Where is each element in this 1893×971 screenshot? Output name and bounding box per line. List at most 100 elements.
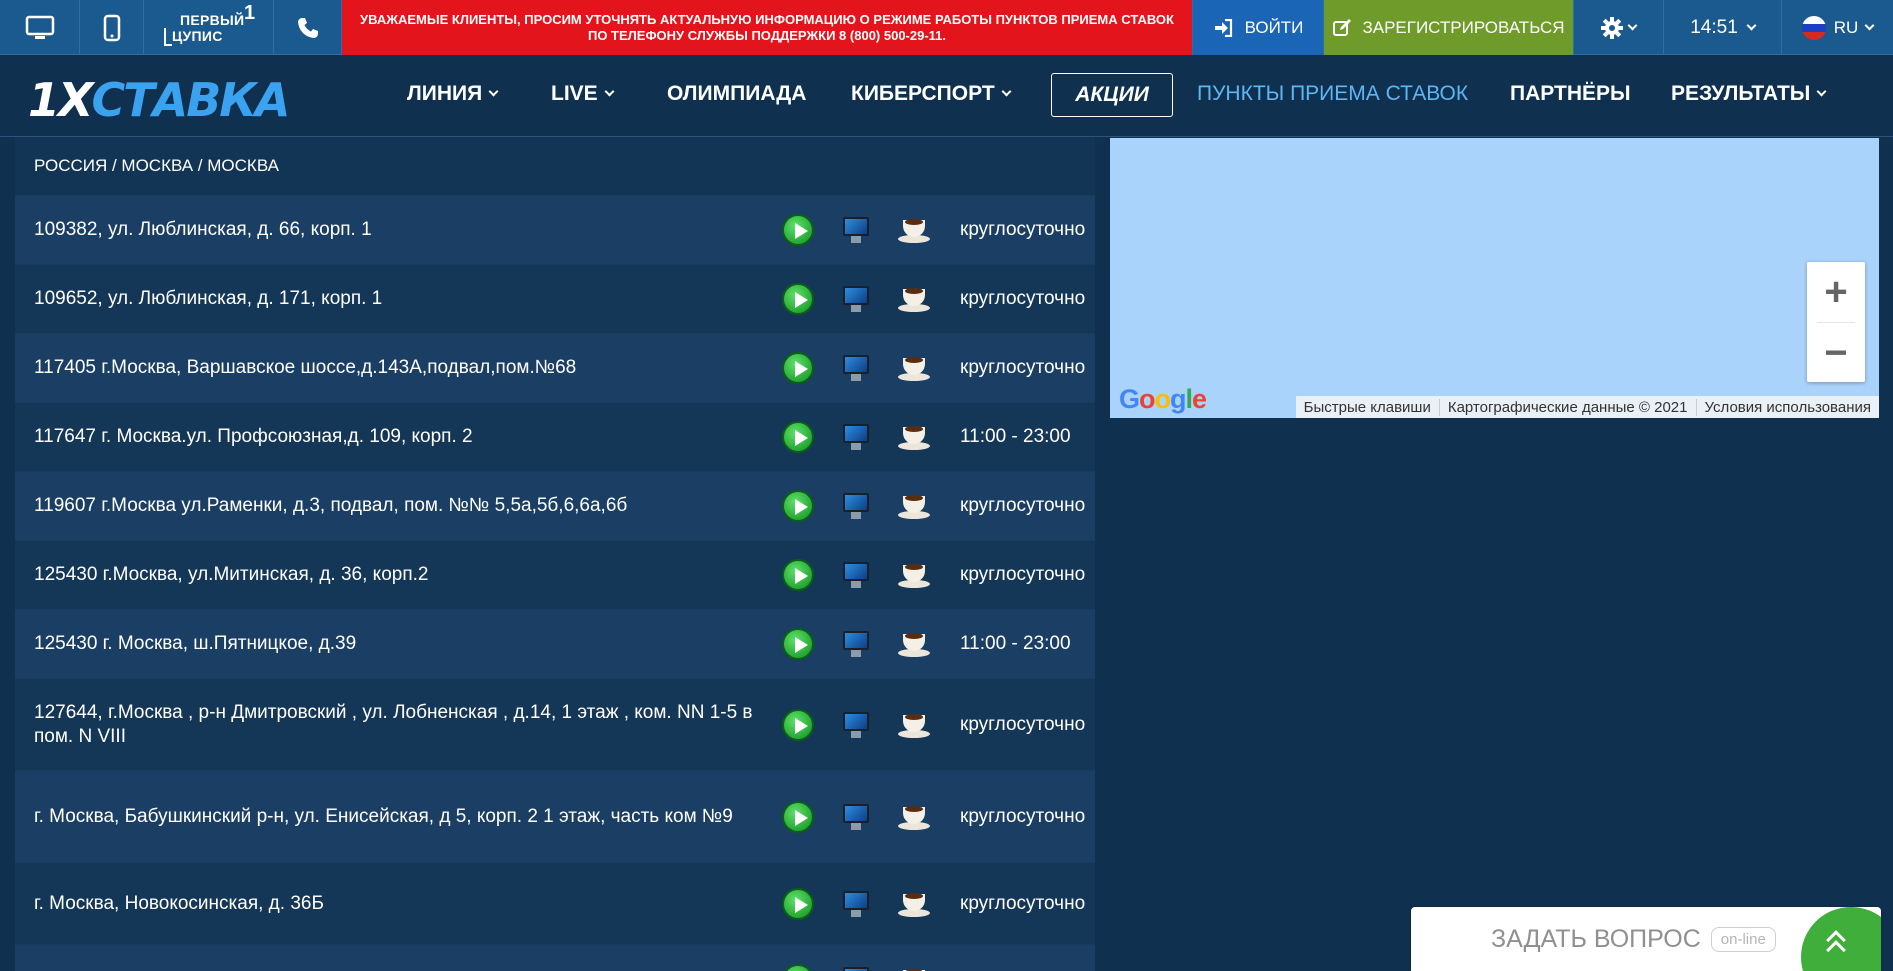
list-item[interactable]: Г. Москва, ул. Менжинского, д. 32, 2 эта… <box>15 944 1095 971</box>
computer-icon <box>838 212 874 248</box>
point-address: 117647 г. Москва.ул. Профсоюзная,д. 109,… <box>34 426 473 447</box>
nav-line[interactable]: ЛИНИЯ <box>407 82 499 106</box>
list-item[interactable]: 125430 г. Москва, ш.Пятницкое, д.39 11:00… <box>15 609 1095 678</box>
chevron-down-icon <box>488 86 499 97</box>
list-item[interactable]: г. Москва, Новокосинская, д. 36Б круглосу… <box>15 862 1095 944</box>
point-features <box>780 488 932 524</box>
nav-live-label: LIVE <box>551 82 598 105</box>
nav-results[interactable]: РЕЗУЛЬТАТЫ <box>1671 82 1827 106</box>
phone-button[interactable] <box>274 0 342 55</box>
nav-live[interactable]: LIVE <box>551 82 615 106</box>
coffee-cup-icon <box>896 626 932 662</box>
cupis-corner-mark <box>164 28 172 46</box>
betting-points-list: РОССИЯ / МОСКВА / МОСКВА 109382, ул. Люб… <box>15 137 1095 971</box>
scroll-up-button[interactable] <box>1801 907 1881 971</box>
point-address: г. Москва, Новокосинская, д. 36Б <box>34 892 324 914</box>
chat-title: ЗАДАТЬ ВОПРОС <box>1491 924 1701 953</box>
map-zoom-control: + − <box>1807 262 1865 382</box>
nav-results-label: РЕЗУЛЬТАТЫ <box>1671 82 1811 105</box>
list-item[interactable]: 109652, ул. Люблинская, д. 171, корп. 1 к… <box>15 264 1095 333</box>
point-features <box>780 281 932 317</box>
computer-icon <box>838 962 874 971</box>
list-item[interactable]: 127644, г.Москва , р-н Дмитровский , ул.… <box>15 678 1095 770</box>
point-features <box>780 707 932 743</box>
coffee-cup-icon <box>896 962 932 971</box>
list-item[interactable]: 119607 г.Москва ул.Раменки, д.3, подвал,… <box>15 471 1095 540</box>
chat-widget[interactable]: ЗАДАТЬ ВОПРОС on-line <box>1411 907 1881 971</box>
chevron-down-icon <box>1864 20 1875 30</box>
nav-betting-points[interactable]: ПУНКТЫ ПРИЕМА СТАВОК <box>1197 82 1468 106</box>
list-item[interactable]: 117405 г.Москва, Варшавское шоссе,д.143А… <box>15 333 1095 402</box>
chevron-down-icon <box>1001 86 1012 97</box>
point-features <box>780 626 932 662</box>
point-features <box>780 419 932 455</box>
point-address: 119607 г.Москва ул.Раменки, д.3, подвал,… <box>34 495 628 516</box>
language-label: RU <box>1833 17 1859 37</box>
nav-olympiad-label: ОЛИМПИАДА <box>667 82 807 105</box>
nav-promotions[interactable]: АКЦИИ <box>1051 73 1173 117</box>
nav-esports-label: КИБЕРСПОРТ <box>851 82 995 105</box>
language-dropdown[interactable]: RU <box>1782 0 1893 55</box>
list-item[interactable]: 109382, ул. Люблинская, д. 66, корп. 1 кр… <box>15 195 1095 264</box>
computer-icon <box>838 707 874 743</box>
point-address: 125430 г.Москва, ул.Митинская, д. 36, ко… <box>34 564 429 585</box>
computer-icon <box>838 557 874 593</box>
login-icon <box>1214 18 1232 37</box>
map-attribution: Быстрые клавиши Картографические данные … <box>1295 396 1880 418</box>
cupis-line1: ПЕРВЫЙ <box>180 11 245 28</box>
nav-partners[interactable]: ПАРТНЁРЫ <box>1510 82 1631 106</box>
point-hours: круглосуточно <box>960 892 1086 914</box>
point-address: 127644, г.Москва , р-н Дмитровский , ул.… <box>34 701 753 747</box>
logo-text: СТАВКА <box>91 73 290 127</box>
login-label: ВОЙТИ <box>1244 17 1304 37</box>
point-address: 109652, ул. Люблинская, д. 171, корп. 1 <box>34 288 383 309</box>
point-hours: круглосуточно <box>960 564 1086 585</box>
point-address: 125430 г. Москва, ш.Пятницкое, д.39 <box>34 633 357 654</box>
list-item[interactable]: 117647 г. Москва.ул. Профсоюзная,д. 109,… <box>15 402 1095 471</box>
play-icon <box>780 557 816 593</box>
cupis-link[interactable]: ПЕРВЫЙ ЦУПИС 1 <box>144 0 274 55</box>
play-icon <box>780 799 816 835</box>
list-item[interactable]: 125430 г.Москва, ул.Митинская, д. 36, ко… <box>15 540 1095 609</box>
settings-dropdown[interactable] <box>1574 0 1664 55</box>
point-features <box>780 962 932 971</box>
point-hours: круглосуточно <box>960 713 1086 735</box>
keyboard-shortcuts-link[interactable]: Быстрые клавиши <box>1296 399 1439 416</box>
point-hours: круглосуточно <box>960 495 1086 516</box>
edit-icon <box>1333 18 1352 36</box>
point-hours: 11:00 - 23:00 <box>960 633 1071 654</box>
google-logo: Google <box>1119 384 1207 414</box>
coffee-cup-icon <box>896 799 932 835</box>
coffee-cup-icon <box>896 886 932 922</box>
login-button[interactable]: ВОЙТИ <box>1192 0 1324 55</box>
register-button[interactable]: ЗАРЕГИСТРИРОВАТЬСЯ <box>1324 0 1574 55</box>
terms-of-use-link[interactable]: Условия использования <box>1695 398 1880 416</box>
top-bar: ПЕРВЫЙ ЦУПИС 1 УВАЖАЕМЫЕ КЛИЕНТЫ, ПРОСИМ… <box>0 0 1893 55</box>
desktop-version-button[interactable] <box>0 0 80 55</box>
current-time: 14:51 <box>1690 16 1738 38</box>
play-icon <box>780 419 816 455</box>
point-hours: 11:00 - 23:00 <box>960 426 1071 447</box>
mobile-version-button[interactable] <box>80 0 144 55</box>
coffee-cup-icon <box>896 281 932 317</box>
computer-icon <box>838 350 874 386</box>
point-address: 109382, ул. Люблинская, д. 66, корп. 1 <box>34 219 372 240</box>
point-features <box>780 886 932 922</box>
zoom-out-button[interactable]: − <box>1807 323 1865 383</box>
play-icon <box>780 350 816 386</box>
alert-text-line2: ПО ТЕЛЕФОНУ СЛУЖБЫ ПОДДЕРЖКИ 8 (800) 500… <box>587 27 947 43</box>
play-icon <box>780 488 816 524</box>
list-item[interactable]: г. Москва, Бабушкинский р-н, ул. Енисейс… <box>15 770 1095 862</box>
chevron-down-icon <box>1746 20 1757 30</box>
time-dropdown[interactable]: 14:51 <box>1664 0 1782 55</box>
nav-line-label: ЛИНИЯ <box>407 82 483 105</box>
point-address: 117405 г.Москва, Варшавское шоссе,д.143А… <box>34 357 577 378</box>
map[interactable]: + − Google Быстрые клавиши Картографичес… <box>1110 138 1879 418</box>
zoom-in-button[interactable]: + <box>1807 262 1865 322</box>
point-address: г. Москва, Бабушкинский р-н, ул. Енисейс… <box>34 805 733 827</box>
coffee-cup-icon <box>896 350 932 386</box>
nav-olympiad[interactable]: ОЛИМПИАДА <box>667 82 806 106</box>
russia-flag-icon <box>1801 15 1826 40</box>
site-logo[interactable]: 1XСТАВКА <box>28 73 290 127</box>
nav-esports[interactable]: КИБЕРСПОРТ <box>851 82 1012 106</box>
